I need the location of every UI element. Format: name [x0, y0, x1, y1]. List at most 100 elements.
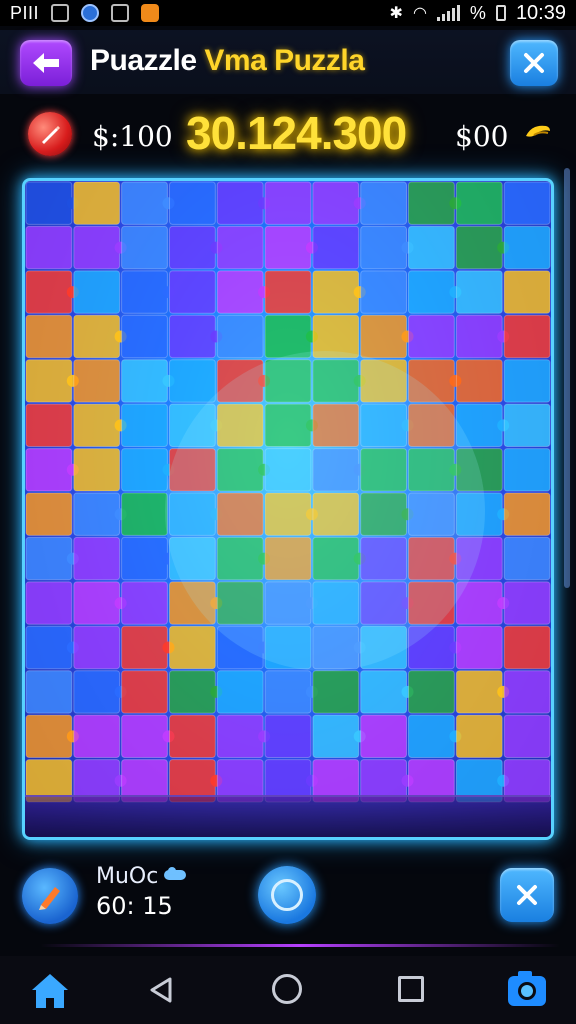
- piece-tray[interactable]: [25, 795, 551, 837]
- puzzle-piece[interactable]: [169, 359, 216, 403]
- puzzle-piece[interactable]: [503, 670, 551, 714]
- puzzle-piece[interactable]: [408, 181, 455, 225]
- puzzle-piece[interactable]: [73, 448, 121, 492]
- puzzle-piece[interactable]: [216, 181, 264, 225]
- puzzle-piece[interactable]: [121, 492, 168, 536]
- puzzle-piece[interactable]: [73, 359, 121, 403]
- puzzle-piece[interactable]: [25, 181, 73, 225]
- puzzle-piece[interactable]: [264, 670, 312, 714]
- puzzle-piece[interactable]: [73, 181, 121, 225]
- puzzle-piece[interactable]: [408, 314, 455, 359]
- puzzle-piece[interactable]: [121, 581, 168, 625]
- puzzle-piece[interactable]: [73, 670, 121, 714]
- puzzle-piece[interactable]: [503, 492, 551, 536]
- puzzle-piece[interactable]: [455, 625, 503, 670]
- puzzle-piece[interactable]: [408, 670, 455, 714]
- puzzle-piece[interactable]: [503, 448, 551, 492]
- puzzle-piece[interactable]: [312, 670, 360, 714]
- puzzle-piece[interactable]: [169, 181, 216, 225]
- puzzle-piece[interactable]: [312, 714, 360, 758]
- camera-icon[interactable]: [504, 966, 550, 1012]
- puzzle-piece[interactable]: [121, 448, 168, 492]
- puzzle-piece[interactable]: [455, 225, 503, 270]
- puzzle-piece[interactable]: [455, 181, 503, 225]
- puzzle-piece[interactable]: [121, 625, 168, 670]
- puzzle-piece[interactable]: [25, 448, 73, 492]
- puzzle-piece[interactable]: [169, 670, 216, 714]
- puzzle-board[interactable]: [22, 178, 554, 840]
- puzzle-piece[interactable]: [216, 714, 264, 758]
- puzzle-piece[interactable]: [455, 714, 503, 758]
- puzzle-piece[interactable]: [121, 314, 168, 359]
- puzzle-piece[interactable]: [121, 714, 168, 758]
- nav-recents-button[interactable]: [398, 976, 424, 1002]
- puzzle-piece[interactable]: [312, 225, 360, 270]
- puzzle-piece[interactable]: [503, 714, 551, 758]
- puzzle-piece[interactable]: [73, 581, 121, 625]
- puzzle-piece[interactable]: [25, 625, 73, 670]
- puzzle-piece[interactable]: [169, 225, 216, 270]
- puzzle-piece[interactable]: [121, 181, 168, 225]
- nav-back-icon[interactable]: [148, 976, 176, 1004]
- puzzle-piece[interactable]: [503, 403, 551, 448]
- puzzle-piece[interactable]: [169, 625, 216, 670]
- puzzle-piece[interactable]: [408, 270, 455, 314]
- puzzle-piece[interactable]: [73, 536, 121, 581]
- puzzle-piece[interactable]: [73, 714, 121, 758]
- puzzle-piece[interactable]: [455, 670, 503, 714]
- hint-button[interactable]: [28, 112, 72, 156]
- puzzle-piece[interactable]: [25, 670, 73, 714]
- close-bottom-button[interactable]: [500, 868, 554, 922]
- puzzle-piece[interactable]: [121, 359, 168, 403]
- center-button[interactable]: [258, 866, 316, 924]
- puzzle-piece[interactable]: [360, 225, 408, 270]
- puzzle-piece[interactable]: [216, 270, 264, 314]
- puzzle-piece[interactable]: [216, 314, 264, 359]
- back-button[interactable]: [20, 40, 72, 86]
- puzzle-piece[interactable]: [25, 225, 73, 270]
- puzzle-piece[interactable]: [25, 581, 73, 625]
- puzzle-piece[interactable]: [121, 225, 168, 270]
- puzzle-piece[interactable]: [25, 403, 73, 448]
- puzzle-piece[interactable]: [73, 625, 121, 670]
- puzzle-piece[interactable]: [73, 270, 121, 314]
- puzzle-piece[interactable]: [360, 270, 408, 314]
- puzzle-piece[interactable]: [121, 670, 168, 714]
- puzzle-piece[interactable]: [73, 403, 121, 448]
- puzzle-piece[interactable]: [503, 536, 551, 581]
- puzzle-piece[interactable]: [264, 270, 312, 314]
- puzzle-piece[interactable]: [25, 270, 73, 314]
- puzzle-piece[interactable]: [264, 714, 312, 758]
- puzzle-piece[interactable]: [455, 314, 503, 359]
- puzzle-piece[interactable]: [216, 670, 264, 714]
- puzzle-piece[interactable]: [408, 714, 455, 758]
- puzzle-piece[interactable]: [169, 270, 216, 314]
- puzzle-piece[interactable]: [121, 403, 168, 448]
- puzzle-piece[interactable]: [25, 359, 73, 403]
- puzzle-piece[interactable]: [25, 314, 73, 359]
- puzzle-piece[interactable]: [312, 270, 360, 314]
- puzzle-piece[interactable]: [503, 225, 551, 270]
- puzzle-piece[interactable]: [25, 492, 73, 536]
- puzzle-piece[interactable]: [503, 181, 551, 225]
- puzzle-piece[interactable]: [264, 181, 312, 225]
- puzzle-piece[interactable]: [503, 270, 551, 314]
- puzzle-piece[interactable]: [360, 181, 408, 225]
- puzzle-piece[interactable]: [408, 225, 455, 270]
- close-button[interactable]: [510, 40, 558, 86]
- puzzle-piece[interactable]: [169, 714, 216, 758]
- puzzle-piece[interactable]: [360, 314, 408, 359]
- puzzle-piece[interactable]: [312, 181, 360, 225]
- puzzle-piece[interactable]: [503, 581, 551, 625]
- pen-button[interactable]: [22, 868, 78, 924]
- puzzle-piece[interactable]: [25, 536, 73, 581]
- scrollbar[interactable]: [564, 168, 570, 588]
- puzzle-piece[interactable]: [360, 670, 408, 714]
- home-icon[interactable]: [28, 968, 72, 1012]
- puzzle-piece[interactable]: [360, 714, 408, 758]
- puzzle-piece[interactable]: [121, 270, 168, 314]
- puzzle-piece[interactable]: [503, 625, 551, 670]
- puzzle-piece[interactable]: [503, 359, 551, 403]
- puzzle-piece[interactable]: [25, 714, 73, 758]
- puzzle-piece[interactable]: [121, 536, 168, 581]
